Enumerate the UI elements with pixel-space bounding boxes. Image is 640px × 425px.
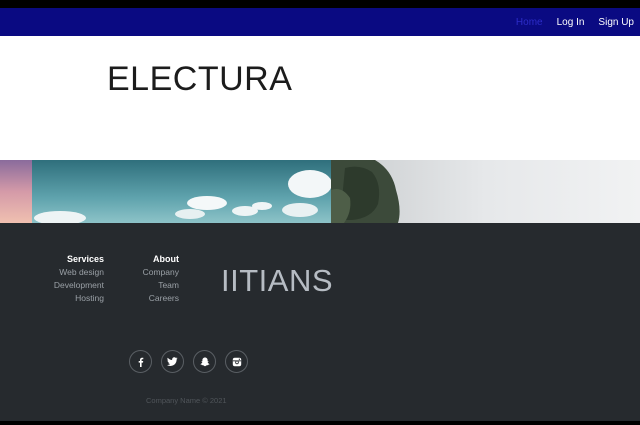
hero-brand-title: ELECTURA — [107, 60, 293, 98]
footer-services-title: Services — [66, 254, 104, 264]
facebook-button[interactable] — [129, 350, 152, 373]
nav-link-home[interactable]: Home — [516, 17, 543, 28]
photo-strip-image — [0, 160, 640, 223]
footer-brand: IITIANS — [221, 263, 334, 298]
page: Home Log In Sign Up ELECTURA Services We… — [0, 8, 640, 421]
footer-link-team[interactable]: Team — [118, 279, 179, 292]
twitter-icon — [167, 356, 178, 366]
footer-link-hosting[interactable]: Hosting — [30, 292, 104, 305]
footer-link-web-design[interactable]: Web design — [30, 266, 104, 279]
photo-strip — [0, 160, 640, 223]
footer-about-column: About Company Team Careers — [118, 253, 179, 305]
footer: Services Web design Development Hosting … — [0, 223, 640, 421]
viewport-frame: Home Log In Sign Up ELECTURA Services We… — [0, 0, 640, 425]
facebook-icon — [138, 357, 143, 367]
footer-services-column: Services Web design Development Hosting — [30, 253, 104, 305]
snapchat-button[interactable] — [193, 350, 216, 373]
nav-link-signup[interactable]: Sign Up — [598, 17, 634, 28]
footer-link-company[interactable]: Company — [118, 266, 179, 279]
snapchat-icon — [199, 357, 210, 366]
footer-about-title: About — [153, 254, 179, 264]
twitter-button[interactable] — [161, 350, 184, 373]
nav-links: Home Log In Sign Up — [516, 8, 634, 36]
instagram-icon — [232, 357, 241, 366]
instagram-button[interactable] — [225, 350, 248, 373]
footer-link-careers[interactable]: Careers — [118, 292, 179, 305]
copyright-text: Company Name © 2021 — [146, 396, 227, 405]
social-links — [129, 350, 248, 373]
nav-link-login[interactable]: Log In — [557, 17, 585, 28]
navbar: Home Log In Sign Up — [0, 8, 640, 36]
footer-link-development[interactable]: Development — [30, 279, 104, 292]
